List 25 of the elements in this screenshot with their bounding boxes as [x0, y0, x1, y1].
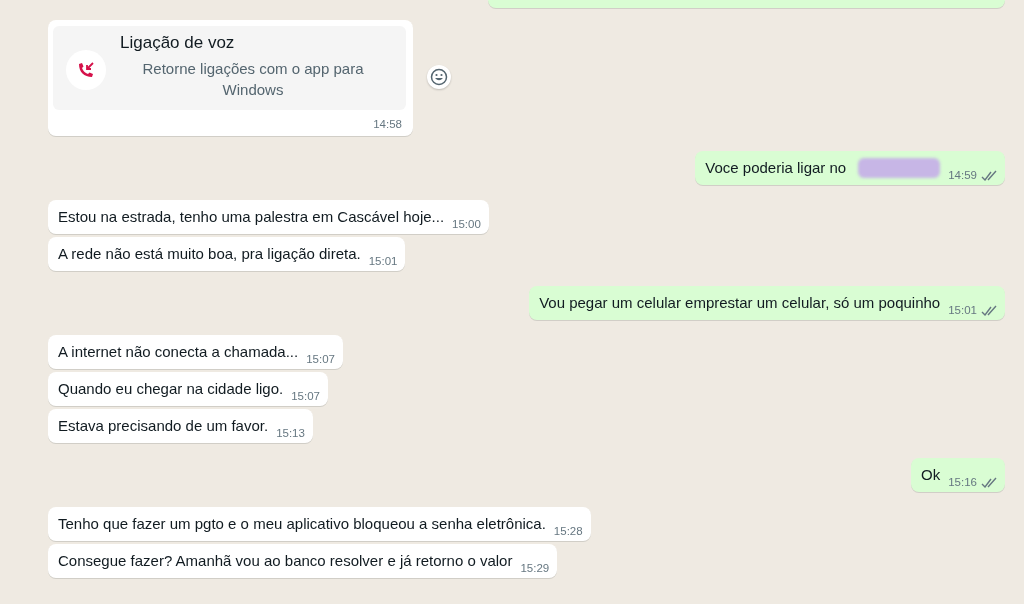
message-time: 15:28: [553, 525, 583, 537]
message-time: 15:00: [452, 218, 481, 230]
missed-call-icon: [76, 60, 96, 80]
message-text: Vou pegar um celular emprestar um celular, só um poquinho: [539, 293, 941, 313]
message-text: Estou na estrada, tenho uma palestra em Cascável hoje...: [58, 207, 445, 227]
message-text: Voce poderia ligar no: [705, 158, 847, 178]
message-time: 15:07: [291, 390, 320, 402]
emoji-icon[interactable]: [427, 65, 451, 89]
message-time: 15:07: [306, 353, 335, 365]
message-text: Ok: [921, 465, 941, 485]
message-time: 15:01: [948, 304, 977, 316]
message-text: A rede não está muito boa, pra ligação direta.: [58, 244, 361, 264]
message-text: Consegue fazer? Amanhã vou ao banco resolver e já retorno o valor: [58, 551, 513, 571]
message-time: 15:01: [368, 255, 398, 267]
call-title: Ligação de voz: [120, 32, 236, 54]
message-text: A internet não conecta a chamada...: [58, 342, 299, 362]
call-subtitle: Retorne ligações com o app para Windows: [141, 59, 365, 100]
message-time: 15:16: [948, 476, 977, 488]
message-text: Tenho que fazer um pgto e o meu aplicativo bloqueou a senha eletrônica.: [58, 514, 546, 534]
message-time: 14:58: [372, 118, 403, 130]
message-text: Quando eu chegar na cidade ligo.: [58, 379, 284, 399]
message-time: 15:13: [276, 427, 305, 439]
message-time: 15:29: [520, 562, 550, 574]
message-text: Estava precisando de um favor.: [58, 416, 269, 436]
message-time: 14:59: [948, 169, 977, 181]
